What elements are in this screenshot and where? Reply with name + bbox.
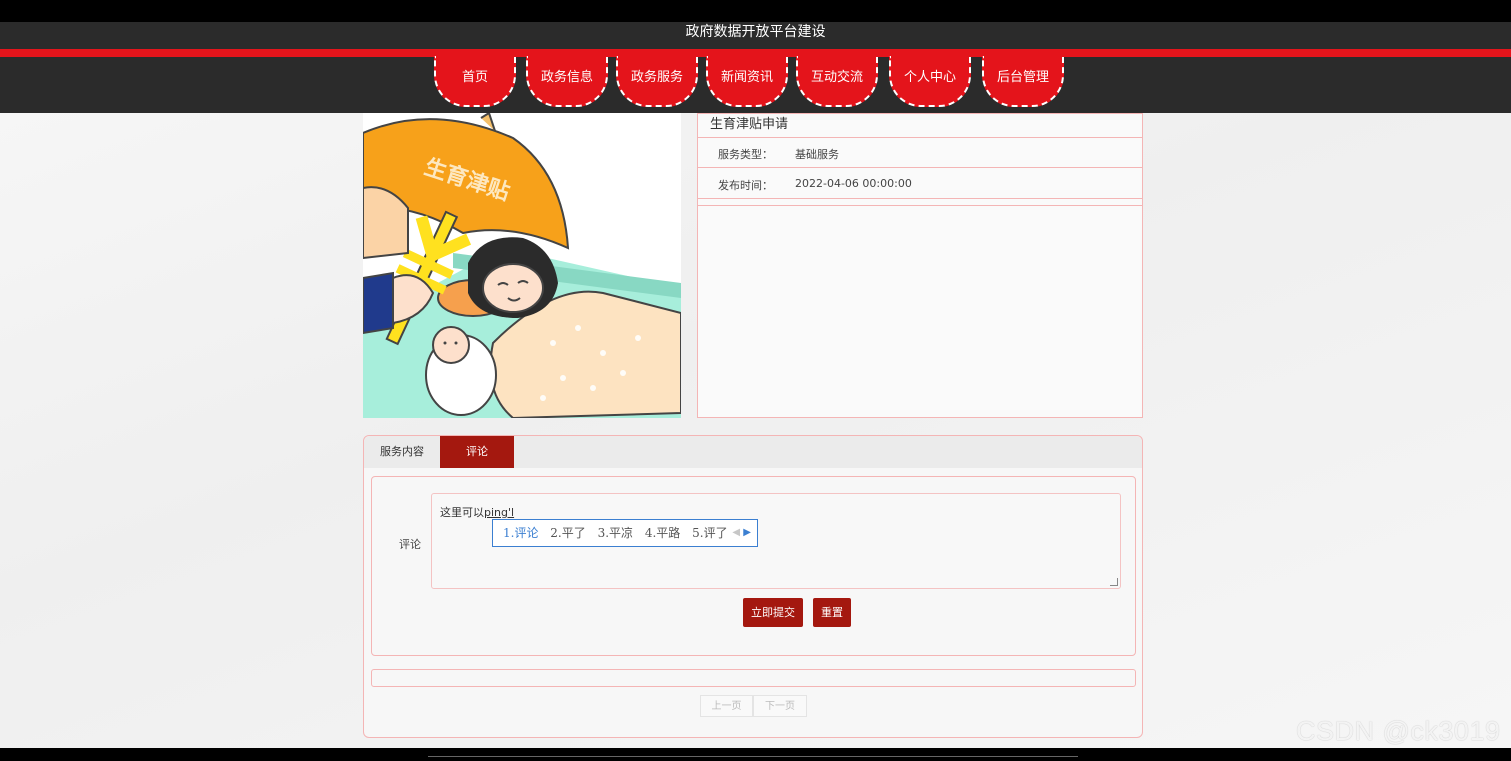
watermark: CSDN @ck3019: [1296, 716, 1501, 746]
next-page-button[interactable]: 下一页: [753, 695, 807, 717]
nav-item-gov-service[interactable]: 政务服务: [616, 56, 698, 107]
site-title: 政府数据开放平台建设: [685, 24, 826, 40]
service-info-panel: 生育津贴申请 服务类型： 基础服务 发布时间： 2022-04-06 00:00…: [697, 113, 1143, 418]
nav-item-admin[interactable]: 后台管理: [982, 56, 1064, 107]
divider: [698, 198, 1142, 199]
divider: [698, 167, 1142, 168]
comment-text: 这里可以ping'l: [440, 504, 514, 520]
divider: [698, 205, 1142, 206]
ime-candidate[interactable]: 3.平凉: [598, 526, 633, 540]
service-title: 生育津贴申请: [710, 117, 789, 132]
service-type-value: 基础服务: [795, 148, 839, 161]
service-type-label: 服务类型：: [718, 148, 773, 161]
nav-item-home[interactable]: 首页: [434, 56, 516, 107]
reset-button[interactable]: 重置: [813, 598, 851, 627]
bottom-scroll-line: [428, 756, 1078, 757]
comment-form: 评论 这里可以ping'l 1.评论 2.平了 3.平凉 4.平路 5.评了 ◀…: [371, 476, 1136, 656]
ime-prev-icon[interactable]: ◀: [732, 527, 740, 538]
nav-item-personal-center[interactable]: 个人中心: [889, 56, 971, 107]
ime-next-icon[interactable]: ▶: [743, 527, 751, 538]
prev-page-button[interactable]: 上一页: [700, 695, 753, 717]
tab-comment[interactable]: 评论: [440, 436, 514, 468]
comment-list: [371, 669, 1136, 687]
ime-candidate[interactable]: 1.评论: [503, 526, 538, 540]
nav-item-interaction[interactable]: 互动交流: [796, 56, 878, 107]
publish-time-label: 发布时间：: [718, 179, 773, 192]
submit-button[interactable]: 立即提交: [743, 598, 803, 627]
comment-label: 评论: [399, 538, 421, 551]
nav-item-news[interactable]: 新闻资讯: [706, 56, 788, 107]
comment-textarea[interactable]: 这里可以ping'l 1.评论 2.平了 3.平凉 4.平路 5.评了 ◀ ▶: [431, 493, 1121, 589]
tabs-panel: 服务内容 评论 评论 这里可以ping'l 1.评论 2.平了 3.平凉 4.平…: [363, 435, 1143, 738]
composing-text: ping'l: [484, 506, 515, 519]
ime-candidate[interactable]: 5.评了: [692, 526, 727, 540]
maternity-allowance-illustration: 生育津贴: [363, 113, 681, 418]
divider: [698, 137, 1142, 138]
bottom-bar: [0, 748, 1511, 761]
service-illustration: 生育津贴: [363, 113, 681, 418]
ime-candidate-window: 1.评论 2.平了 3.平凉 4.平路 5.评了 ◀ ▶: [492, 519, 758, 547]
ime-candidate[interactable]: 4.平路: [645, 526, 680, 540]
top-black-bar: [0, 0, 1511, 22]
typed-text: 这里可以: [440, 506, 484, 519]
nav-item-gov-info[interactable]: 政务信息: [526, 56, 608, 107]
tab-service-content[interactable]: 服务内容: [364, 436, 440, 468]
ime-candidate[interactable]: 2.平了: [550, 526, 585, 540]
publish-time-value: 2022-04-06 00:00:00: [795, 177, 912, 190]
resize-handle-icon[interactable]: [1110, 578, 1118, 586]
